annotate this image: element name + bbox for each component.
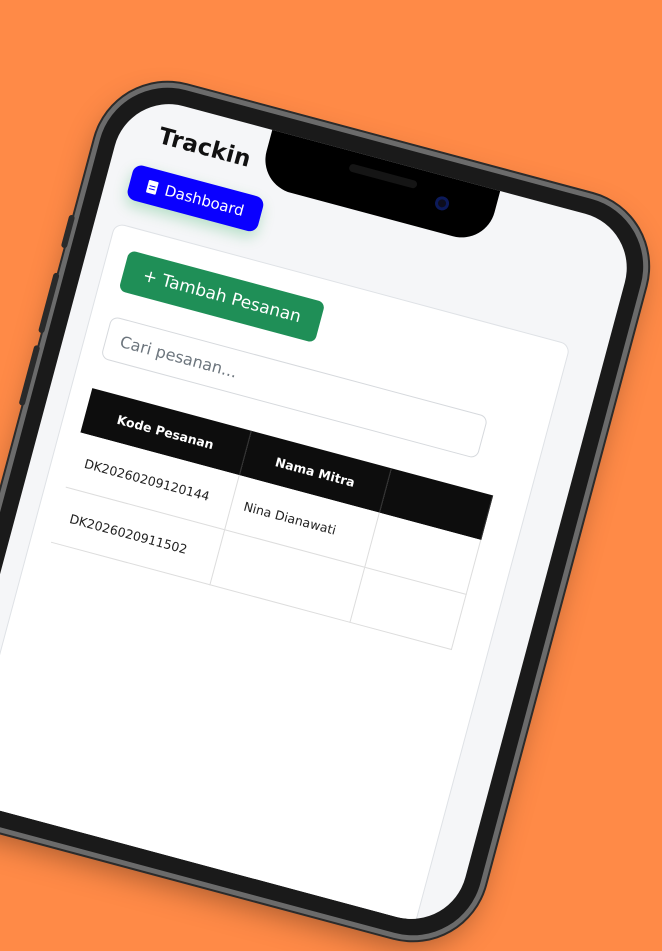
- page-title-start: Trackin: [155, 123, 254, 173]
- silent-switch: [60, 214, 76, 249]
- dashboard-button[interactable]: Dashboard: [125, 163, 266, 234]
- phone-screen: Trackinokis 1) Dashboard + Tambah Pesana…: [0, 91, 640, 932]
- volume-down-button: [18, 344, 41, 407]
- dashboard-button-label: Dashboard: [162, 181, 246, 220]
- earpiece-speaker: [348, 163, 418, 190]
- phone-notch: [257, 127, 501, 246]
- orders-card: + Tambah Pesanan Kode Pesanan Nama Mitra…: [0, 222, 571, 926]
- phone-frame: Trackinokis 1) Dashboard + Tambah Pesana…: [0, 72, 659, 951]
- document-icon: [145, 179, 159, 195]
- front-camera-icon: [433, 194, 451, 212]
- volume-up-button: [37, 272, 60, 334]
